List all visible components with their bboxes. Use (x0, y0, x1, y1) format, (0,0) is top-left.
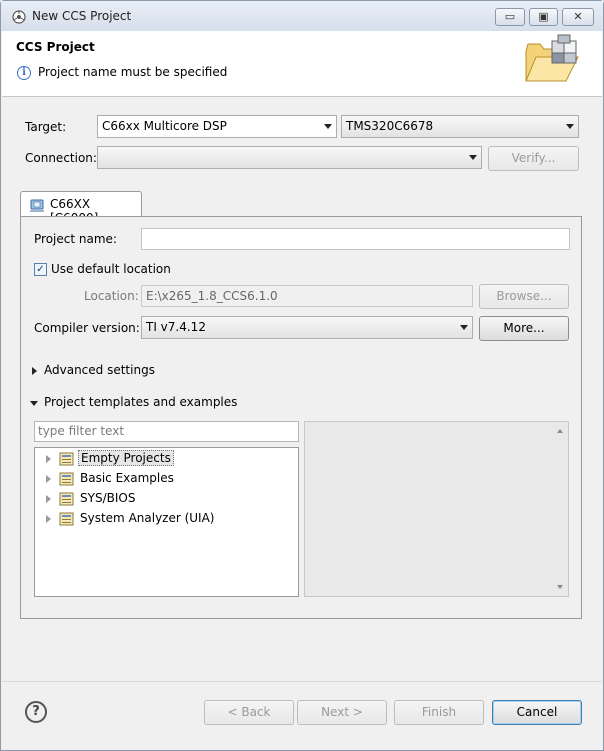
tab-c66xx[interactable]: C66XX [C6000] (20, 191, 142, 225)
template-description-panel (304, 421, 569, 597)
app-icon (12, 10, 26, 24)
tree-item[interactable]: System Analyzer (UIA) (35, 509, 298, 529)
advanced-settings-label: Advanced settings (44, 363, 155, 377)
browse-button[interactable]: Browse... (479, 284, 569, 309)
maximize-button[interactable]: ▣ (529, 8, 558, 26)
footer-divider (2, 681, 602, 682)
status-message: Project name must be specified (38, 65, 228, 79)
scroll-down-icon[interactable] (557, 585, 563, 589)
advanced-settings-toggle[interactable]: Advanced settings (29, 363, 229, 381)
expand-icon[interactable] (46, 515, 51, 523)
back-button[interactable]: < Back (204, 700, 294, 725)
expand-icon[interactable] (46, 475, 51, 483)
target-device-value: TMS320C6678 (346, 119, 434, 133)
chevron-right-icon (32, 367, 37, 375)
title-bar[interactable]: New CCS Project ▭ ▣ ✕ (1, 1, 603, 31)
tree-item[interactable]: Empty Projects (35, 449, 298, 469)
chevron-down-icon (460, 325, 468, 330)
use-default-location-label: Use default location (51, 262, 171, 276)
new-ccs-project-dialog: New CCS Project ▭ ▣ ✕ CCS Project i Proj… (0, 0, 604, 751)
minimize-button[interactable]: ▭ (495, 8, 525, 26)
template-tree: Empty Projects Basic Examples SYS/BIOS S… (34, 447, 299, 597)
wizard-header: CCS Project i Project name must be speci… (2, 31, 602, 97)
project-templates-label: Project templates and examples (44, 395, 238, 409)
compiler-version-select[interactable]: TI v7.4.12 (141, 316, 473, 339)
more-button[interactable]: More... (479, 316, 569, 341)
template-folder-icon (59, 472, 74, 486)
cancel-button[interactable]: Cancel (492, 700, 582, 725)
chevron-down-icon (566, 124, 574, 129)
scroll-up-icon[interactable] (557, 429, 563, 433)
location-label: Location: (84, 289, 139, 303)
template-folder-icon (59, 492, 74, 506)
help-icon[interactable]: ? (25, 701, 47, 723)
folder-wizard-icon (525, 34, 579, 82)
expand-icon[interactable] (46, 495, 51, 503)
use-default-location-checkbox[interactable]: ✓ (34, 263, 47, 276)
template-filter-input[interactable]: type filter text (34, 421, 299, 442)
info-icon: i (17, 66, 31, 80)
verify-button[interactable]: Verify... (488, 146, 579, 171)
expand-icon[interactable] (46, 455, 51, 463)
target-device-select[interactable]: TMS320C6678 (341, 115, 579, 138)
page-title: CCS Project (16, 40, 95, 54)
compiler-version-label: Compiler version: (34, 321, 140, 335)
target-family-value: C66xx Multicore DSP (102, 119, 227, 133)
template-folder-icon (59, 512, 74, 526)
location-field[interactable]: E:\x265_1.8_CCS6.1.0 (141, 285, 473, 307)
connection-label: Connection: (25, 151, 97, 165)
template-folder-icon (59, 452, 74, 466)
project-name-label: Project name: (34, 232, 117, 246)
tree-item-label: Basic Examples (80, 471, 174, 485)
chevron-down-icon (469, 155, 477, 160)
target-label: Target: (25, 120, 67, 134)
chevron-down-icon (324, 124, 332, 129)
window-title: New CCS Project (32, 9, 132, 23)
chevron-down-icon (30, 401, 38, 406)
tree-item-label: SYS/BIOS (80, 491, 136, 505)
device-chip-icon (30, 199, 44, 212)
tree-item-label: System Analyzer (UIA) (80, 511, 215, 525)
finish-button[interactable]: Finish (394, 700, 484, 725)
close-button[interactable]: ✕ (562, 8, 594, 26)
project-templates-toggle[interactable]: Project templates and examples (29, 395, 289, 413)
connection-select[interactable] (97, 146, 482, 169)
tree-item[interactable]: Basic Examples (35, 469, 298, 489)
next-button[interactable]: Next > (297, 700, 387, 725)
tree-item[interactable]: SYS/BIOS (35, 489, 298, 509)
target-family-select[interactable]: C66xx Multicore DSP (97, 115, 337, 138)
compiler-version-value: TI v7.4.12 (146, 320, 206, 334)
tree-item-label: Empty Projects (78, 450, 174, 466)
project-name-field[interactable] (141, 228, 570, 250)
